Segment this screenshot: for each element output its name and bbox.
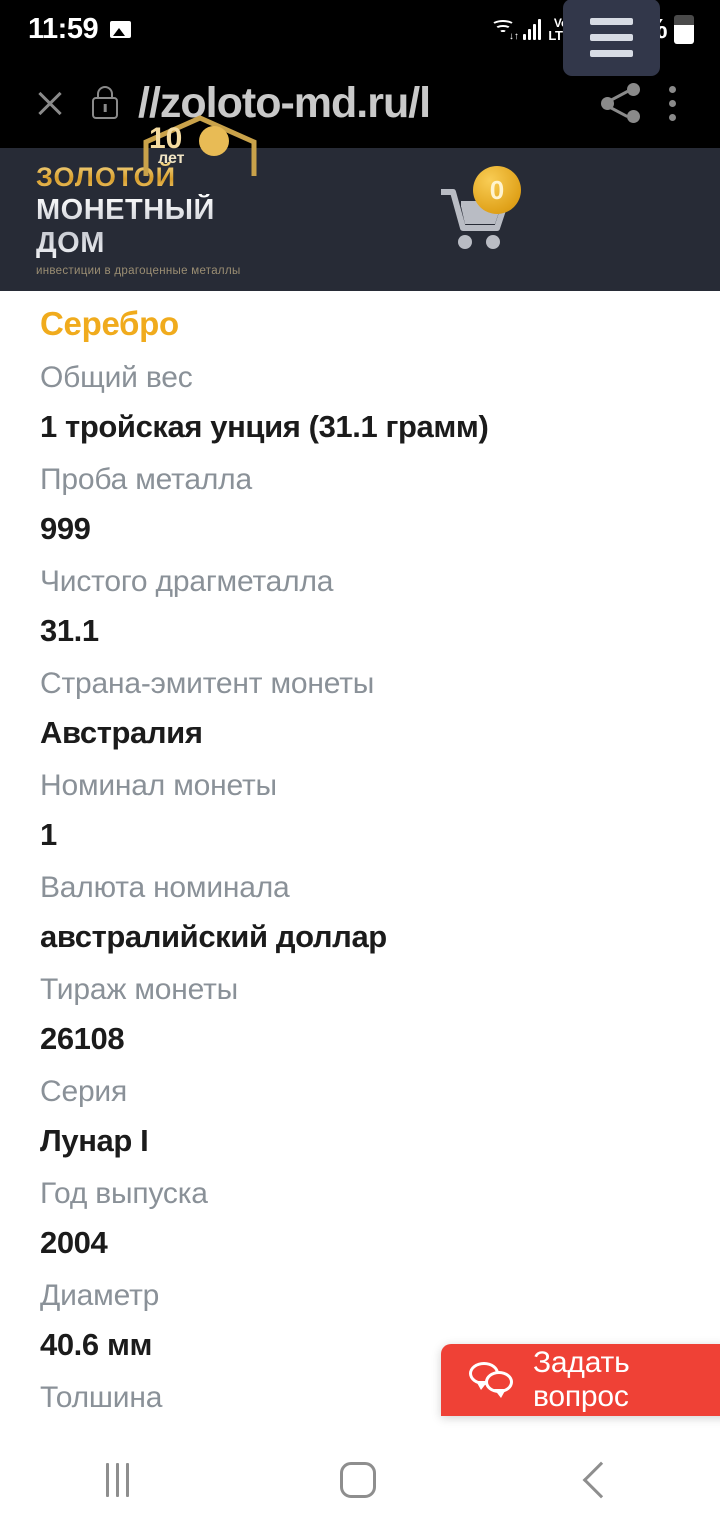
spec-rows-container: Общий вес 1 тройская унция (31.1 грамм) Пр…: [40, 361, 720, 1415]
spec-label: Номинал монеты: [40, 769, 277, 802]
spec-label: Год выпуска: [40, 1177, 208, 1210]
spec-label: Проба металла: [40, 463, 252, 496]
status-bar-left: 11:59: [28, 12, 132, 46]
spec-value: австралийский доллар: [40, 919, 387, 954]
product-specifications: Серебро Общий вес 1 тройская унция (31.1 …: [0, 291, 720, 1415]
spec-label: Общий вес: [40, 361, 193, 394]
logo-tagline: инвестиции в драгоценные металлы: [36, 265, 241, 277]
logo-badge-word: лет: [158, 150, 185, 167]
share-icon[interactable]: [596, 77, 648, 129]
spec-label: Страна-эмитент монеты: [40, 667, 375, 700]
site-logo[interactable]: 10 лет ЗОЛОТОЙ МОНЕТНЫЙ ДОМ инвестиции в…: [36, 115, 266, 277]
spec-label: Валюта номинала: [40, 871, 290, 904]
signal-bars-icon: [522, 18, 542, 40]
recents-icon[interactable]: [105, 1463, 129, 1497]
spec-value: 999: [40, 511, 91, 546]
spec-value: 2004: [40, 1225, 108, 1260]
lock-icon[interactable]: [82, 77, 128, 129]
spec-label: Тираж монеты: [40, 973, 239, 1006]
spec-value: 31.1: [40, 613, 99, 648]
spec-value: Лунар I: [40, 1123, 149, 1158]
more-vertical-icon[interactable]: [648, 77, 696, 129]
back-icon[interactable]: [582, 1461, 620, 1499]
wifi-icon: ↓↑: [490, 18, 519, 42]
spec-label: Диаметр: [40, 1279, 160, 1312]
site-header: 10 лет ЗОЛОТОЙ МОНЕТНЫЙ ДОМ инвестиции в…: [0, 0, 720, 291]
spec-label: Серия: [40, 1075, 128, 1108]
spec-label: Чистого драгметалла: [40, 565, 334, 598]
spec-value: 1 тройская унция (31.1 грамм): [40, 409, 489, 444]
spec-value: Австралия: [40, 715, 203, 750]
close-icon[interactable]: [24, 77, 76, 129]
cart-count-badge: 0: [473, 166, 521, 214]
ask-question-label: Задать вопрос: [533, 1346, 630, 1413]
status-bar-clock: 11:59: [28, 12, 99, 45]
page-title: Серебро: [40, 305, 179, 342]
spec-value: 1: [40, 817, 57, 852]
spec-value: 26108: [40, 1021, 125, 1056]
photo-icon: [110, 20, 132, 38]
android-nav-bar: [0, 1440, 720, 1520]
ask-question-button[interactable]: Задать вопрос: [441, 1344, 720, 1416]
cart-button[interactable]: 0: [437, 166, 521, 256]
chat-bubbles-icon: [469, 1362, 515, 1398]
home-icon[interactable]: [340, 1462, 377, 1498]
hamburger-menu-icon: [590, 18, 633, 25]
hamburger-menu-button[interactable]: [563, 0, 660, 76]
battery-icon: [674, 14, 694, 44]
logo-line-2: МОНЕТНЫЙ ДОМ: [36, 194, 266, 260]
